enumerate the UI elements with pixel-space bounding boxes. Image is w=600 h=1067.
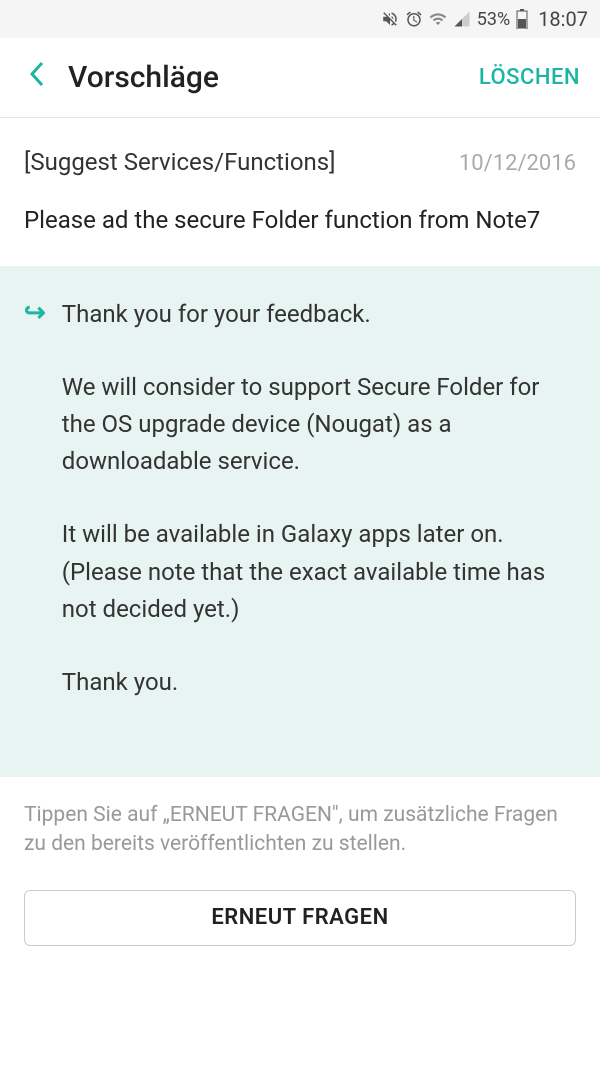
reply-paragraph: It will be available in Galaxy apps late… xyxy=(62,516,576,628)
question-category: [Suggest Services/Functions] xyxy=(24,148,336,176)
instruction-text: Tippen Sie auf „ERNEUT FRAGEN", um zusät… xyxy=(24,801,576,860)
ask-again-button[interactable]: ERNEUT FRAGEN xyxy=(24,890,576,946)
wifi-icon xyxy=(429,10,447,28)
reply-paragraph: We will consider to support Secure Folde… xyxy=(62,369,576,481)
app-bar: Vorschläge LÖSCHEN xyxy=(0,38,600,118)
mute-icon xyxy=(381,10,399,28)
signal-icon xyxy=(453,10,471,28)
back-button[interactable] xyxy=(20,59,56,97)
battery-percent: 53% xyxy=(477,9,510,30)
question-date: 10/12/2016 xyxy=(459,151,576,176)
page-title: Vorschläge xyxy=(68,60,479,95)
reply-paragraph: Thank you. xyxy=(62,664,576,701)
reply-paragraph: Thank you for your feedback. xyxy=(62,296,576,333)
reply-body: Thank you for your feedback. We will con… xyxy=(62,296,576,702)
question-text: Please ad the secure Folder function fro… xyxy=(24,204,576,238)
footer: Tippen Sie auf „ERNEUT FRAGEN", um zusät… xyxy=(0,777,600,970)
status-bar: 53% 18:07 xyxy=(0,0,600,38)
reply-section: ↩ Thank you for your feedback. We will c… xyxy=(0,266,600,778)
question-header: [Suggest Services/Functions] 10/12/2016 xyxy=(24,148,576,176)
alarm-icon xyxy=(405,10,423,28)
question-section: [Suggest Services/Functions] 10/12/2016 … xyxy=(0,118,600,266)
battery-icon xyxy=(516,9,528,29)
status-time: 18:07 xyxy=(538,7,588,31)
delete-button[interactable]: LÖSCHEN xyxy=(479,65,580,90)
reply-arrow-icon: ↩ xyxy=(24,298,46,328)
